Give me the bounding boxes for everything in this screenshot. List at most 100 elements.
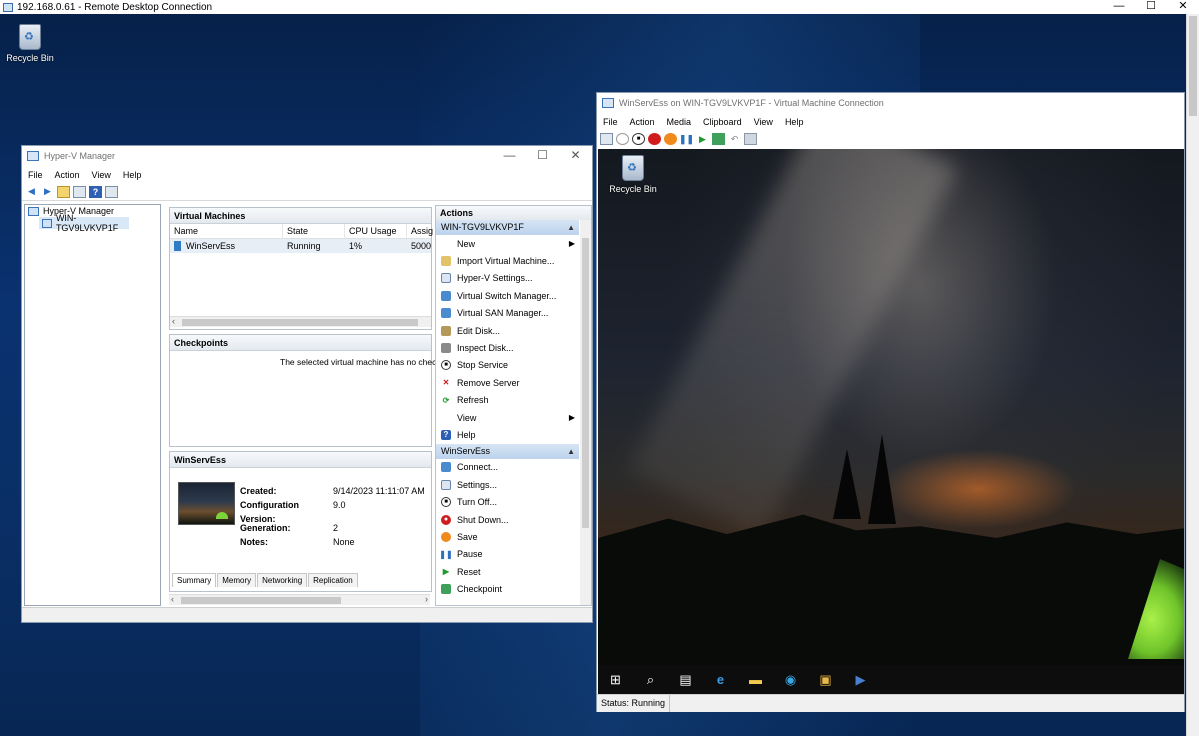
vm-connection-titlebar: WinServEss on WIN-TGV9LVKVP1F - Virtual … — [597, 93, 1184, 113]
edge-icon[interactable]: ◉ — [773, 672, 808, 688]
menu-action[interactable]: Action — [624, 117, 661, 127]
action-label: Hyper-V Settings... — [457, 273, 533, 284]
search-icon[interactable]: ⌕ — [633, 672, 668, 688]
server-manager-icon[interactable]: ▣ — [808, 672, 843, 688]
vm-details-pane: WinServEss Created: 9/14/2023 11:11:07 AM… — [169, 451, 432, 592]
show-hide-action-pane-icon[interactable] — [105, 185, 118, 198]
menu-file[interactable]: File — [597, 117, 624, 127]
reset-icon[interactable]: ▶ — [696, 133, 709, 145]
menu-media[interactable]: Media — [661, 117, 698, 127]
turn-off-icon[interactable]: ■ — [632, 133, 645, 145]
folder-up-icon[interactable] — [57, 185, 70, 198]
action-turn-off[interactable]: ■ Turn Off... — [436, 493, 579, 510]
checkpoints-empty-message: The selected virtual machine has no chec… — [280, 357, 446, 367]
revert-icon[interactable]: ↶ — [728, 133, 741, 145]
action-stop-service[interactable]: ■ Stop Service — [436, 357, 579, 374]
menu-file[interactable]: File — [22, 170, 49, 180]
vm-name-cell: WinServEss — [170, 239, 283, 253]
action-save[interactable]: Save — [436, 528, 579, 545]
column-cpu-usage[interactable]: CPU Usage — [345, 224, 407, 238]
tab-networking[interactable]: Networking — [257, 573, 308, 587]
reset-icon: ▶ — [442, 567, 450, 577]
horizon-glow — [878, 449, 1078, 529]
action-virtual-switch-manager[interactable]: Virtual Switch Manager... — [436, 287, 579, 304]
scrollbar-thumb[interactable] — [181, 597, 341, 604]
save-icon[interactable] — [664, 133, 677, 145]
scroll-left-icon[interactable]: ‹ — [172, 316, 175, 326]
enhanced-session-icon[interactable] — [744, 133, 757, 145]
action-connect[interactable]: Connect... — [436, 459, 579, 476]
action-hyperv-settings[interactable]: Hyper-V Settings... — [436, 270, 579, 287]
back-arrow-icon[interactable]: ◀ — [25, 186, 38, 198]
actions-group-server[interactable]: WIN-TGV9LVKVP1F — [436, 220, 579, 235]
maximize-button[interactable]: ☐ — [1135, 0, 1167, 14]
internet-explorer-icon[interactable]: e — [703, 672, 738, 687]
help-icon[interactable]: ? — [89, 185, 102, 198]
scroll-right-icon[interactable]: › — [425, 594, 428, 604]
action-help[interactable]: ? Help — [436, 426, 579, 443]
table-row[interactable]: WinServEss Running 1% 5000 — [170, 239, 431, 253]
action-edit-disk[interactable]: Edit Disk... — [436, 322, 579, 339]
recycle-bin-shortcut[interactable]: Recycle Bin — [0, 24, 60, 63]
scroll-left-icon[interactable]: ‹ — [171, 594, 174, 604]
remote-desktop-icon — [3, 2, 13, 12]
tree-item-server[interactable]: WIN-TGV9LVKVP1F — [39, 213, 129, 233]
action-refresh[interactable]: ⟳ Refresh — [436, 392, 579, 409]
task-view-icon[interactable]: ▤ — [668, 672, 703, 688]
center-horizontal-scrollbar[interactable]: ‹ › — [169, 594, 430, 605]
actions-vertical-scrollbar[interactable] — [580, 220, 591, 605]
column-name[interactable]: Name — [170, 224, 283, 238]
scrollbar-thumb[interactable] — [582, 238, 589, 528]
actions-group-vm[interactable]: WinServEss — [436, 443, 579, 459]
action-remove-server[interactable]: ✕ Remove Server — [436, 374, 579, 391]
menu-help[interactable]: Help — [117, 170, 148, 180]
hyperv-manager-icon — [27, 151, 39, 161]
action-import-vm[interactable]: Import Virtual Machine... — [436, 252, 579, 269]
rdp-vertical-scrollbar[interactable] — [1186, 14, 1199, 736]
minimize-button[interactable]: — — [1103, 0, 1135, 14]
file-explorer-icon[interactable]: ▬ — [738, 672, 773, 687]
tab-summary[interactable]: Summary — [172, 573, 217, 587]
action-view[interactable]: View ▶ — [436, 409, 579, 426]
windows-start-icon[interactable]: ⊞ — [598, 672, 633, 688]
menu-clipboard[interactable]: Clipboard — [697, 117, 748, 127]
action-new[interactable]: New ▶ — [436, 235, 579, 252]
maximize-button[interactable]: ☐ — [526, 146, 559, 166]
menu-view[interactable]: View — [748, 117, 779, 127]
config-version-value: 9.0 — [333, 500, 346, 510]
show-hide-tree-icon[interactable] — [73, 185, 86, 198]
close-button[interactable]: ✕ — [559, 146, 592, 166]
scrollbar-thumb[interactable] — [1189, 16, 1197, 116]
ctrl-alt-del-icon[interactable] — [600, 133, 613, 145]
action-shut-down[interactable]: ● Shut Down... — [436, 511, 579, 528]
menu-view[interactable]: View — [86, 170, 117, 180]
action-pause[interactable]: ❚❚ Pause — [436, 546, 579, 563]
checkpoint-icon[interactable] — [712, 133, 725, 145]
menu-action[interactable]: Action — [49, 170, 86, 180]
column-state[interactable]: State — [283, 224, 345, 238]
pause-icon[interactable]: ❚❚ — [679, 133, 694, 145]
action-reset[interactable]: ▶ Reset — [436, 563, 579, 580]
action-virtual-san-manager[interactable]: Virtual SAN Manager... — [436, 305, 579, 322]
action-inspect-disk[interactable]: Inspect Disk... — [436, 339, 579, 356]
vm-display[interactable]: Recycle Bin ⊞ ⌕ ▤ e ▬ ◉ ▣ ▶ — [598, 149, 1184, 694]
vm-horizontal-scrollbar[interactable]: ‹ — [170, 316, 431, 327]
generation-label: Generation: — [240, 523, 291, 533]
menu-help[interactable]: Help — [779, 117, 810, 127]
forward-arrow-icon[interactable]: ▶ — [41, 186, 54, 198]
tab-memory[interactable]: Memory — [217, 573, 257, 587]
tab-replication[interactable]: Replication — [308, 573, 358, 587]
minimize-button[interactable]: — — [493, 146, 526, 166]
action-label: Virtual Switch Manager... — [457, 290, 557, 301]
hyperv-menubar: File Action View Help — [22, 166, 592, 183]
action-checkpoint[interactable]: Checkpoint — [436, 580, 579, 597]
vm-recycle-bin-shortcut[interactable]: Recycle Bin — [603, 155, 663, 194]
column-assigned-memory[interactable]: Assig — [407, 224, 433, 238]
start-icon[interactable] — [616, 133, 629, 145]
shut-down-icon[interactable] — [648, 133, 661, 145]
powershell-icon[interactable]: ▶ — [843, 672, 878, 688]
action-settings[interactable]: Settings... — [436, 476, 579, 493]
scrollbar-thumb[interactable] — [182, 319, 418, 326]
remove-icon: ✕ — [442, 378, 450, 388]
close-button[interactable]: ✕ — [1167, 0, 1199, 14]
